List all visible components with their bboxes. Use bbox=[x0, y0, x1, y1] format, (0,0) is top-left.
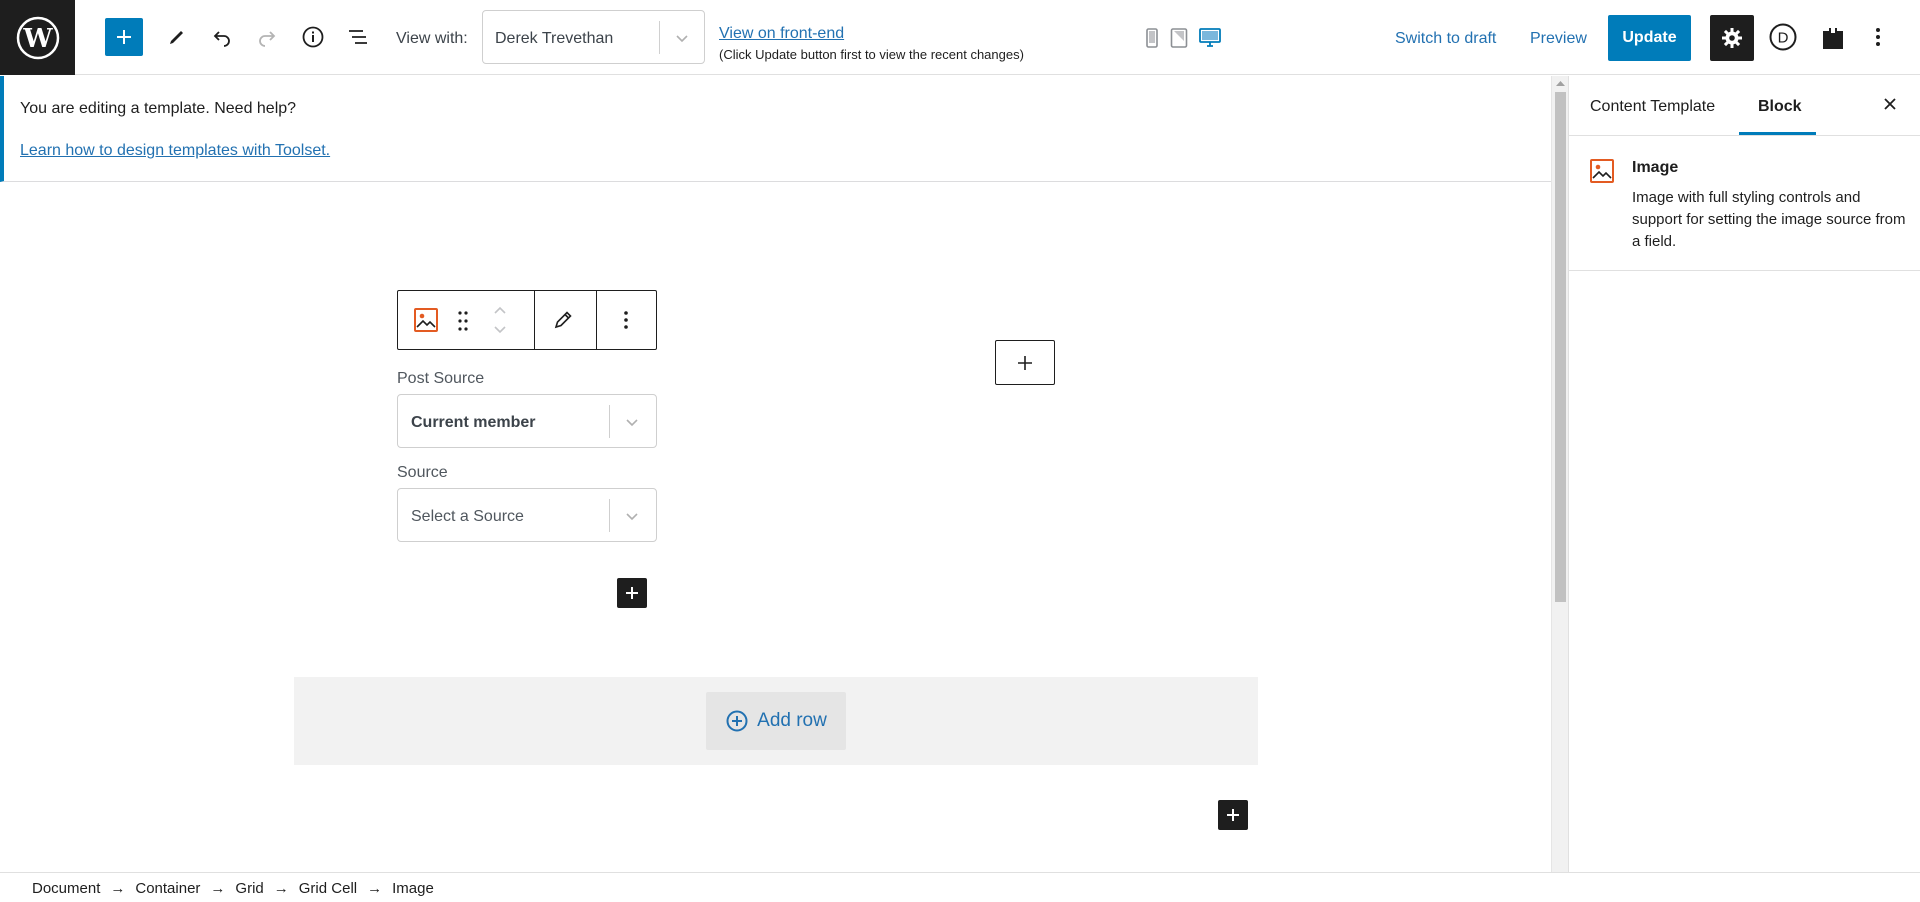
breadcrumb-item-grid-cell[interactable]: Grid Cell bbox=[299, 880, 357, 897]
info-icon[interactable] bbox=[294, 18, 332, 56]
add-row-area: Add row bbox=[294, 677, 1258, 765]
edit-pencil-icon[interactable] bbox=[550, 307, 576, 333]
notice-help-link[interactable]: Learn how to design templates with Tools… bbox=[20, 142, 330, 160]
switch-to-draft-link[interactable]: Switch to draft bbox=[1395, 30, 1496, 48]
top-toolbar: W View with: Derek Trevethan View on fro… bbox=[0, 0, 1920, 75]
block-breadcrumb-bar: Document → Container → Grid → Grid Cell … bbox=[0, 872, 1920, 902]
breadcrumb-item-image[interactable]: Image bbox=[392, 880, 434, 897]
frontend-note: (Click Update button first to view the r… bbox=[719, 47, 1024, 62]
source-label: Source bbox=[397, 464, 448, 481]
plus-icon bbox=[1018, 355, 1032, 370]
post-source-label: Post Source bbox=[397, 370, 485, 387]
tab-content-template[interactable]: Content Template bbox=[1590, 98, 1715, 116]
image-block-icon bbox=[1590, 159, 1614, 183]
list-view-icon[interactable] bbox=[339, 18, 377, 56]
post-source-select[interactable]: Current member bbox=[397, 394, 657, 448]
append-block-button[interactable] bbox=[1218, 800, 1248, 830]
editor-scrollbar[interactable] bbox=[1551, 76, 1568, 872]
view-with-value: Derek Trevethan bbox=[495, 30, 614, 47]
redo-icon[interactable] bbox=[248, 18, 286, 56]
block-toolbar bbox=[397, 290, 657, 350]
wordpress-logo-icon[interactable]: W bbox=[0, 0, 75, 75]
template-notice: You are editing a template. Need help? L… bbox=[0, 76, 1551, 182]
add-row-label: Add row bbox=[757, 710, 827, 731]
d-plugin-icon[interactable]: D bbox=[1769, 23, 1797, 51]
breadcrumb: Document → Container → Grid → Grid Cell … bbox=[32, 880, 434, 897]
desktop-preview-icon[interactable] bbox=[1199, 27, 1221, 49]
chevron-down-icon bbox=[676, 35, 688, 43]
block-description: Image with full styling controls and sup… bbox=[1632, 189, 1906, 250]
block-title: Image bbox=[1632, 159, 1679, 176]
scrollbar-thumb[interactable] bbox=[1555, 92, 1566, 602]
arrow-right-icon: → bbox=[273, 880, 289, 897]
drag-handle-icon[interactable] bbox=[456, 309, 470, 333]
tablet-preview-icon[interactable] bbox=[1168, 27, 1190, 49]
notice-text: You are editing a template. Need help? bbox=[20, 100, 297, 117]
view-with-select[interactable]: Derek Trevethan bbox=[482, 10, 705, 64]
image-block-icon[interactable] bbox=[413, 307, 439, 333]
preview-link[interactable]: Preview bbox=[1530, 30, 1587, 48]
plus-circle-icon bbox=[726, 710, 748, 732]
undo-icon[interactable] bbox=[203, 18, 241, 56]
tab-block[interactable]: Block bbox=[1758, 98, 1802, 116]
arrow-right-icon: → bbox=[110, 880, 126, 897]
more-options-icon[interactable] bbox=[1866, 23, 1890, 51]
view-on-frontend-link[interactable]: View on front-end bbox=[719, 25, 844, 43]
settings-button[interactable] bbox=[1710, 15, 1754, 61]
view-with-label: View with: bbox=[396, 30, 468, 47]
insert-block-button[interactable] bbox=[617, 578, 647, 608]
chevron-down-icon bbox=[626, 419, 638, 427]
scroll-up-arrow-icon[interactable] bbox=[1556, 80, 1565, 86]
add-block-button[interactable] bbox=[105, 18, 143, 56]
settings-sidebar: Content Template Block Image Image with … bbox=[1568, 76, 1920, 872]
add-row-button[interactable]: Add row bbox=[706, 692, 846, 750]
breadcrumb-item-container[interactable]: Container bbox=[135, 880, 200, 897]
update-button[interactable]: Update bbox=[1608, 15, 1691, 61]
block-more-options-icon[interactable] bbox=[616, 307, 636, 333]
arrow-right-icon: → bbox=[367, 880, 383, 897]
close-icon[interactable] bbox=[1880, 94, 1900, 114]
move-up-down-icon[interactable] bbox=[490, 303, 510, 337]
arrow-right-icon: → bbox=[210, 880, 226, 897]
gear-icon bbox=[1722, 28, 1742, 48]
svg-text:W: W bbox=[22, 24, 53, 54]
mobile-preview-icon[interactable] bbox=[1141, 27, 1163, 49]
plus-icon bbox=[1227, 809, 1239, 821]
cell-add-block-button[interactable] bbox=[995, 340, 1055, 385]
plus-icon bbox=[626, 587, 638, 599]
source-select[interactable]: Select a Source bbox=[397, 488, 657, 542]
tools-pen-icon[interactable] bbox=[158, 18, 196, 56]
svg-text:D: D bbox=[1778, 30, 1789, 47]
editor-canvas: You are editing a template. Need help? L… bbox=[0, 76, 1551, 872]
toolset-block-icon[interactable] bbox=[1820, 25, 1846, 51]
post-source-value: Current member bbox=[411, 414, 536, 431]
source-placeholder: Select a Source bbox=[411, 508, 524, 525]
breadcrumb-item-grid[interactable]: Grid bbox=[235, 880, 263, 897]
breadcrumb-item-document[interactable]: Document bbox=[32, 880, 100, 897]
chevron-down-icon bbox=[626, 513, 638, 521]
